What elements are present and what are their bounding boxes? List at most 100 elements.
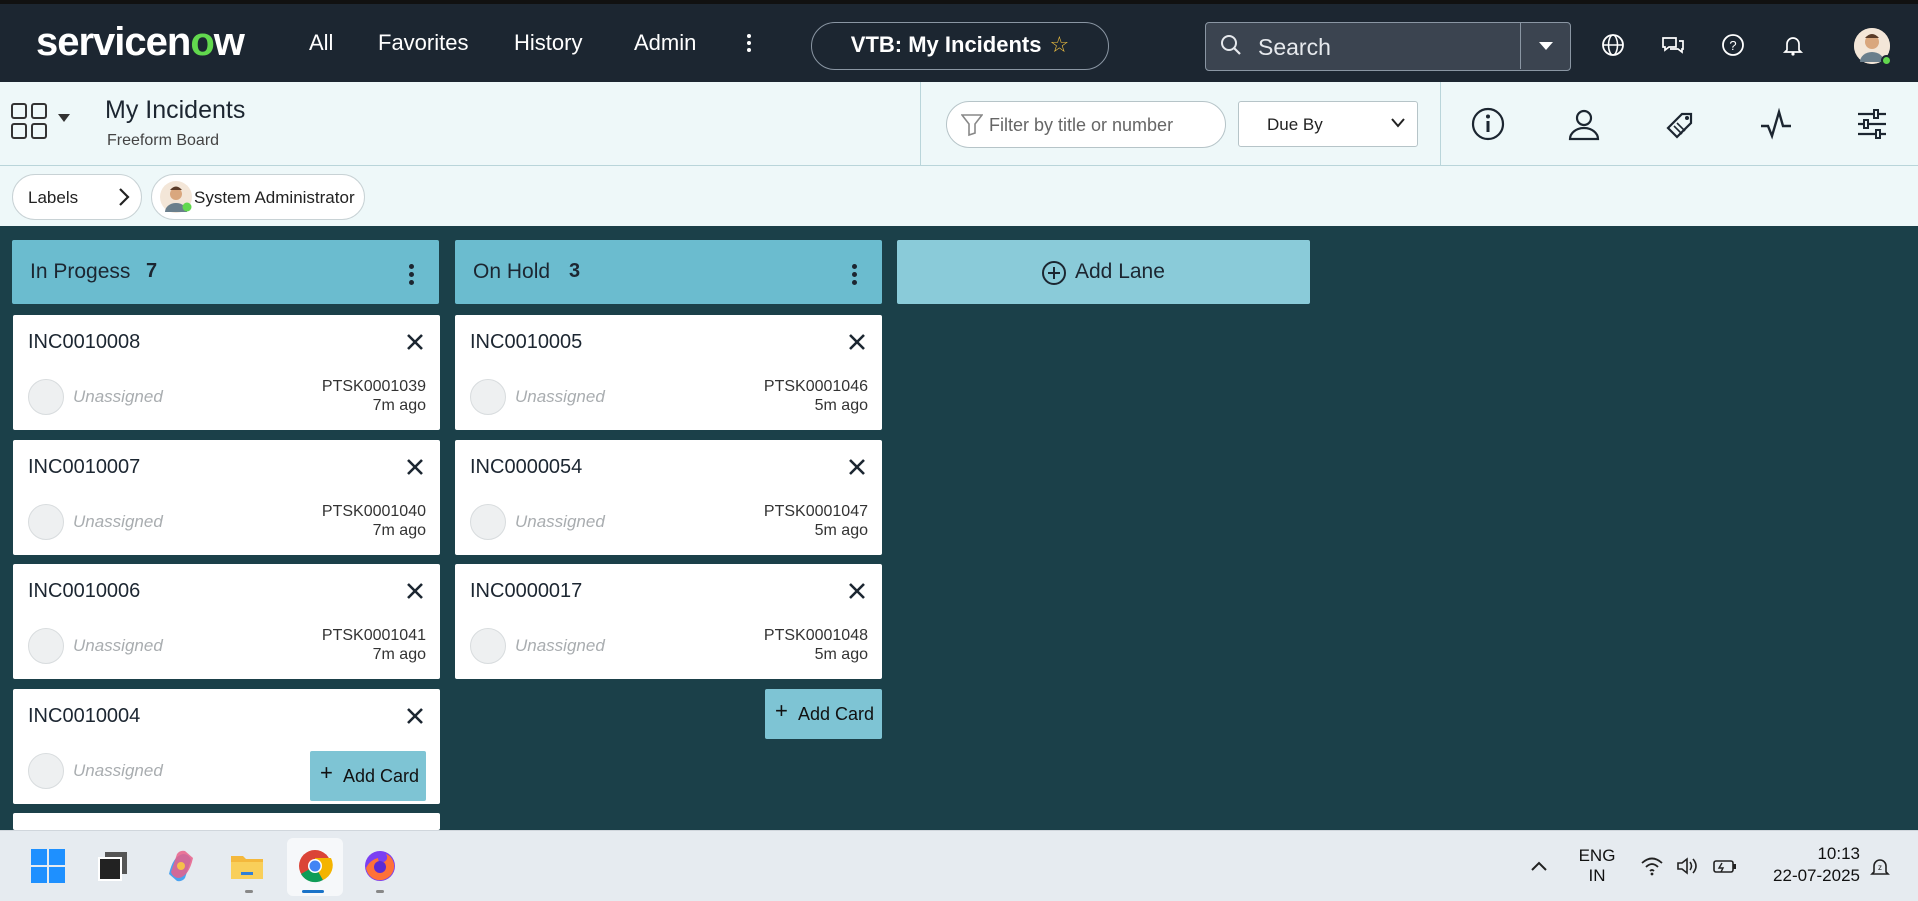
- chevron-down-icon: [1539, 42, 1553, 50]
- labels-tag-icon[interactable]: [1662, 106, 1698, 142]
- notifications-icon[interactable]: z: [1868, 856, 1892, 878]
- close-icon[interactable]: [848, 458, 866, 476]
- task-number: PTSK0001046: [763, 378, 868, 395]
- notification-bell-icon[interactable]: [1780, 32, 1806, 58]
- volume-icon[interactable]: [1676, 856, 1700, 876]
- lane-name: In Progess: [30, 260, 131, 283]
- add-card-button[interactable]: + Add Card: [765, 689, 882, 739]
- nav-all[interactable]: All: [309, 30, 333, 56]
- card-age: 7m ago: [372, 397, 426, 414]
- user-avatar[interactable]: [1854, 28, 1892, 66]
- incident-card[interactable]: INC0000054 Unassigned PTSK0001047 5m ago: [455, 440, 882, 555]
- assignee-label: Unassigned: [515, 512, 605, 531]
- top-navigation-bar: servicenow All Favorites History Admin V…: [0, 0, 1918, 82]
- more-menu-icon[interactable]: [745, 32, 753, 56]
- assignee-avatar[interactable]: [470, 504, 506, 540]
- close-icon[interactable]: [848, 333, 866, 351]
- search-dropdown-button[interactable]: [1520, 23, 1570, 69]
- battery-icon[interactable]: [1712, 856, 1738, 876]
- user-filter-chip[interactable]: System Administrator: [151, 174, 365, 220]
- chevron-up-icon[interactable]: [1530, 860, 1548, 872]
- task-number: PTSK0001041: [321, 627, 426, 644]
- task-view-icon[interactable]: [95, 848, 131, 884]
- chat-icon[interactable]: [1660, 32, 1686, 58]
- sort-select[interactable]: Due By: [1238, 101, 1418, 147]
- close-icon[interactable]: [406, 707, 424, 725]
- svg-text:?: ?: [1729, 38, 1736, 53]
- assignee-avatar[interactable]: [470, 628, 506, 664]
- assignee-label: Unassigned: [515, 387, 605, 406]
- incident-card[interactable]: INC0010005 Unassigned PTSK0001046 5m ago: [455, 315, 882, 430]
- incident-card[interactable]: INC0010006 Unassigned PTSK0001041 7m ago: [13, 564, 440, 679]
- firefox-icon[interactable]: [362, 848, 398, 884]
- close-icon[interactable]: [848, 582, 866, 600]
- copilot-icon[interactable]: [163, 848, 199, 884]
- assignee-avatar[interactable]: [28, 628, 64, 664]
- lane-header-in-progress[interactable]: In Progess 7: [12, 240, 439, 304]
- svg-text:z: z: [1878, 863, 1882, 872]
- labels-chip[interactable]: Labels: [12, 174, 142, 220]
- lane-name: On Hold: [473, 260, 551, 283]
- task-number: PTSK0001048: [763, 627, 868, 644]
- context-title-pill[interactable]: VTB: My Incidents ☆: [811, 22, 1109, 70]
- card-age: 5m ago: [814, 397, 868, 414]
- card-number: INC0000054: [470, 456, 583, 478]
- assignee-label: Unassigned: [515, 636, 605, 655]
- close-icon[interactable]: [406, 333, 424, 351]
- add-lane-button[interactable]: Add Lane: [897, 240, 1310, 304]
- search-icon: [1221, 35, 1241, 55]
- language-code: ENG: [1578, 846, 1616, 865]
- nav-admin[interactable]: Admin: [634, 30, 696, 56]
- lane-menu-icon[interactable]: [852, 264, 857, 288]
- user-chip-text: System Administrator: [194, 188, 355, 207]
- clock[interactable]: 10:13 22-07-2025: [1756, 844, 1860, 886]
- close-icon[interactable]: [406, 458, 424, 476]
- header-divider: [1440, 82, 1441, 166]
- global-search[interactable]: Search: [1205, 22, 1571, 71]
- assignee-avatar[interactable]: [28, 504, 64, 540]
- incident-card[interactable]: INC0010008 Unassigned PTSK0001039 7m ago: [13, 315, 440, 430]
- file-explorer-icon[interactable]: [229, 848, 265, 884]
- filter-input[interactable]: Filter by title or number: [946, 101, 1226, 148]
- star-icon[interactable]: ☆: [1049, 32, 1069, 57]
- language-indicator[interactable]: ENG IN: [1574, 846, 1620, 886]
- activity-icon[interactable]: [1758, 106, 1794, 142]
- chrome-icon[interactable]: [297, 848, 333, 884]
- clock-time: 10:13: [1817, 844, 1860, 863]
- incident-card[interactable]: INC0010007 Unassigned PTSK0001040 7m ago: [13, 440, 440, 555]
- board-switcher-caret-icon[interactable]: [58, 114, 70, 122]
- running-indicator: [245, 890, 253, 893]
- nav-favorites[interactable]: Favorites: [378, 30, 468, 56]
- chevron-right-icon: [119, 188, 130, 206]
- lane-header-on-hold[interactable]: On Hold 3: [455, 240, 882, 304]
- help-icon[interactable]: ?: [1720, 32, 1746, 58]
- card-age: 7m ago: [372, 646, 426, 663]
- servicenow-logo[interactable]: servicenow: [36, 20, 245, 65]
- globe-icon[interactable]: [1600, 32, 1626, 58]
- wifi-icon[interactable]: [1640, 856, 1664, 876]
- task-number: PTSK0001039: [321, 378, 426, 395]
- page-title: My Incidents: [105, 96, 246, 124]
- task-number: PTSK0001040: [321, 503, 426, 520]
- task-number: PTSK0001047: [763, 503, 868, 520]
- lane-menu-icon[interactable]: [409, 264, 414, 288]
- settings-sliders-icon[interactable]: [1854, 106, 1890, 142]
- incident-card[interactable]: INC0000017 Unassigned PTSK0001048 5m ago: [455, 564, 882, 679]
- plus-icon: +: [775, 698, 788, 723]
- board-switcher-grid-icon[interactable]: [10, 102, 48, 140]
- incident-card[interactable]: [13, 813, 440, 830]
- assignee-avatar[interactable]: [28, 379, 64, 415]
- assignee-label: Unassigned: [73, 512, 163, 531]
- info-icon[interactable]: [1470, 106, 1506, 142]
- add-card-button[interactable]: + Add Card: [310, 751, 426, 801]
- context-title: VTB: My Incidents: [850, 32, 1042, 57]
- members-icon[interactable]: [1566, 106, 1602, 142]
- incident-card[interactable]: INC0010004 Unassigned + Add Card: [13, 689, 440, 804]
- close-icon[interactable]: [406, 582, 424, 600]
- windows-start-icon[interactable]: [30, 848, 66, 884]
- assignee-avatar[interactable]: [28, 753, 64, 789]
- nav-history[interactable]: History: [514, 30, 582, 56]
- assignee-avatar[interactable]: [470, 379, 506, 415]
- clock-date: 22-07-2025: [1773, 866, 1860, 885]
- add-circle-icon: [1042, 261, 1066, 285]
